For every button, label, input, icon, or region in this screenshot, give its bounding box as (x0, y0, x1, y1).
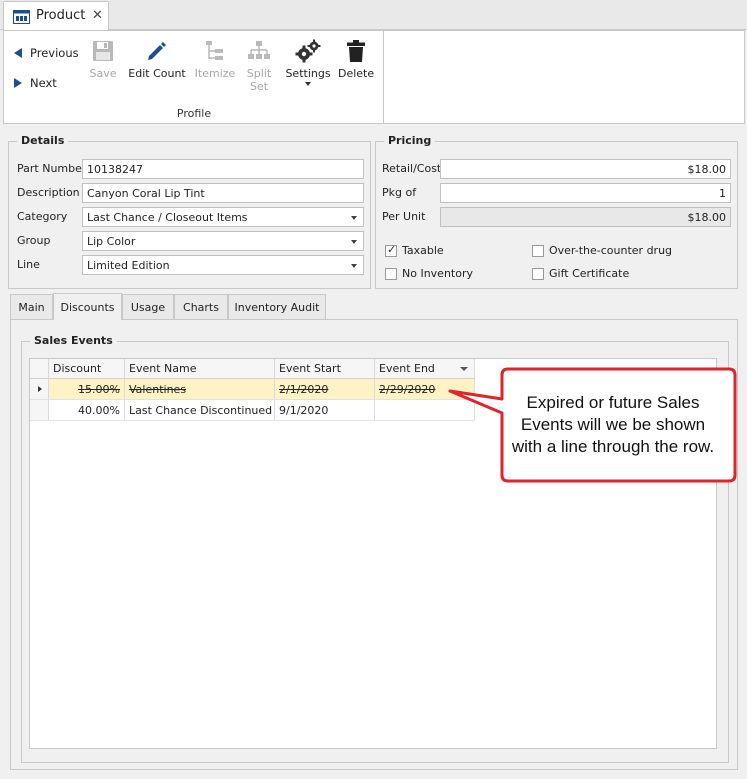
pkg-of-field[interactable]: 1 (440, 183, 731, 203)
previous-button[interactable]: Previous (14, 43, 79, 63)
category-value: Last Chance / Closeout Items (87, 211, 248, 224)
no-inventory-checkbox[interactable]: No Inventory (385, 267, 473, 280)
pkg-of-label: Pkg of (382, 186, 417, 199)
split-set-icon (248, 41, 270, 59)
next-button[interactable]: Next (14, 73, 57, 93)
event-name-cell[interactable]: Valentines (125, 379, 275, 400)
ribbon: Previous Next Save Edit Count Itemize Sp… (3, 30, 745, 124)
group-value: Lip Color (87, 235, 136, 248)
itemize-button[interactable]: Itemize (192, 39, 238, 80)
column-header-event-start[interactable]: Event Start (275, 359, 375, 379)
split-set-label-2: Set (249, 80, 269, 93)
sales-events-title: Sales Events (30, 334, 117, 347)
row-indicator (30, 379, 49, 400)
chevron-down-icon (305, 82, 311, 86)
split-set-button[interactable]: Split Set (242, 39, 276, 93)
checkbox-box[interactable]: ✓ (385, 242, 397, 257)
delete-button[interactable]: Delete (338, 39, 374, 80)
otc-drug-checkbox[interactable]: Over-the-counter drug (532, 244, 672, 257)
column-header-discount[interactable]: Discount (49, 359, 125, 379)
line-combo[interactable]: Limited Edition (82, 255, 364, 275)
itemize-label: Itemize (194, 67, 236, 80)
line-value: Limited Edition (87, 259, 170, 272)
category-label: Category (17, 210, 68, 223)
line-label: Line (17, 258, 40, 271)
chevron-down-icon[interactable] (351, 240, 357, 244)
column-header-event-name[interactable]: Event Name (125, 359, 275, 379)
itemize-icon (206, 41, 223, 60)
pricing-groupbox: Pricing Retail/Cost $18.00 Pkg of 1 Per … (375, 134, 738, 289)
gift-certificate-checkbox[interactable]: Gift Certificate (532, 267, 629, 280)
pencil-icon (148, 42, 166, 60)
details-groupbox: Details Part Number 10138247 Description… (8, 134, 371, 289)
product-tab[interactable]: Product ✕ (3, 1, 109, 31)
group-label: Group (17, 234, 51, 247)
arrow-right-icon (14, 78, 22, 88)
chevron-down-icon[interactable] (351, 216, 357, 220)
row-indicator-header (30, 359, 49, 379)
checkbox-box[interactable] (532, 267, 544, 280)
settings-button[interactable]: Settings (285, 39, 331, 86)
retail-cost-field[interactable]: $18.00 (440, 159, 731, 179)
profile-group-label: Profile (176, 107, 212, 120)
description-field[interactable]: Canyon Coral Lip Tint (82, 183, 364, 203)
delete-label: Delete (338, 67, 375, 80)
group-combo[interactable]: Lip Color (82, 231, 364, 251)
close-icon[interactable]: ✕ (92, 8, 103, 23)
checkbox-box[interactable] (532, 244, 544, 257)
checkmark-icon: ✓ (387, 242, 397, 256)
event-end-header-label: Event End (379, 362, 435, 375)
discount-cell[interactable]: 40.00% (49, 400, 125, 421)
per-unit-label: Per Unit (382, 210, 426, 223)
checkbox-box[interactable] (385, 267, 397, 280)
part-number-field[interactable]: 10138247 (82, 159, 364, 179)
tab-charts[interactable]: Charts (174, 294, 228, 320)
callout-line-3: with a line through the row. (511, 437, 715, 456)
next-label: Next (30, 76, 57, 90)
callout-line-2: Events will we be shown (520, 415, 706, 434)
product-tab-title: Product (36, 8, 86, 23)
product-tab-icon (13, 10, 30, 24)
event-start-cell[interactable]: 2/1/2020 (275, 379, 375, 400)
per-unit-field: $18.00 (440, 207, 731, 227)
details-title: Details (17, 134, 69, 147)
otc-drug-label: Over-the-counter drug (549, 244, 673, 257)
row-indicator (30, 400, 49, 421)
tab-main[interactable]: Main (10, 294, 53, 320)
arrow-left-icon (14, 48, 22, 58)
save-icon (93, 41, 113, 61)
gift-certificate-label: Gift Certificate (549, 267, 630, 280)
callout-line-1: Expired or future Sales (526, 393, 700, 412)
category-combo[interactable]: Last Chance / Closeout Items (82, 207, 364, 227)
save-label: Save (89, 67, 117, 80)
discount-cell[interactable]: 15.00% (49, 379, 125, 400)
settings-label: Settings (285, 67, 331, 80)
no-inventory-label: No Inventory (402, 267, 473, 280)
tab-usage[interactable]: Usage (122, 294, 174, 320)
previous-label: Previous (30, 46, 79, 60)
event-name-cell[interactable]: Last Chance Discontinued I... (125, 400, 275, 421)
retail-cost-label: Retail/Cost (382, 162, 442, 175)
trash-icon (347, 40, 365, 62)
edit-count-label: Edit Count (128, 67, 186, 80)
save-button[interactable]: Save (86, 39, 120, 80)
taxable-checkbox[interactable]: ✓ Taxable (385, 242, 444, 257)
part-number-label: Part Number (17, 162, 87, 175)
document-tab-strip (0, 0, 747, 30)
tab-inventory-audit[interactable]: Inventory Audit (228, 294, 326, 320)
row-indicator-arrow-icon (38, 386, 42, 392)
callout-text: Expired or future Sales Events will we b… (498, 392, 728, 458)
description-label: Description (17, 186, 80, 199)
split-set-label-1: Split (246, 67, 272, 80)
taxable-label: Taxable (402, 244, 444, 257)
pricing-title: Pricing (384, 134, 436, 147)
tab-discounts[interactable]: Discounts (53, 293, 122, 320)
edit-count-button[interactable]: Edit Count (128, 39, 186, 80)
event-start-cell[interactable]: 9/1/2020 (275, 400, 375, 421)
gears-icon (295, 39, 321, 63)
chevron-down-icon[interactable] (351, 264, 357, 268)
profile-ribbon-group: Previous Next Save Edit Count Itemize Sp… (4, 31, 384, 123)
